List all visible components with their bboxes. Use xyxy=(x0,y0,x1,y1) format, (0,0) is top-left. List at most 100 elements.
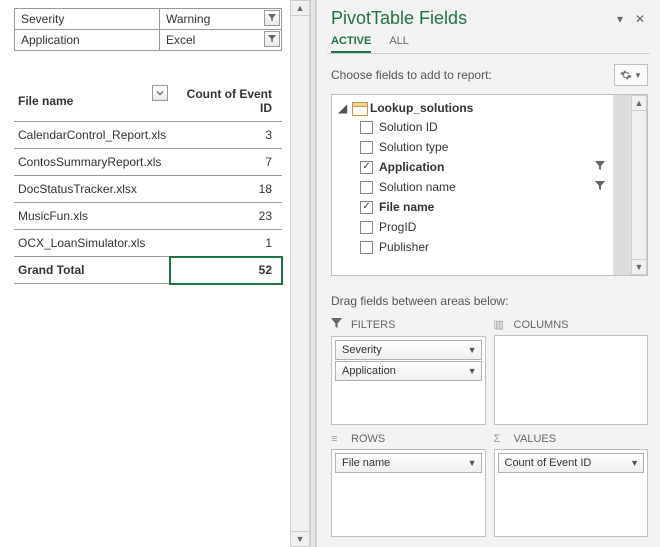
filters-pill[interactable]: Application ▼ xyxy=(335,361,482,381)
funnel-icon xyxy=(268,14,276,22)
filters-pill[interactable]: Severity▼ xyxy=(335,340,482,360)
filter-application-dropdown[interactable] xyxy=(264,31,280,47)
pivot-value-header: Count of Event ID xyxy=(170,81,282,122)
tab-all[interactable]: ALL xyxy=(389,35,409,53)
values-pill[interactable]: Count of Event ID ▼ xyxy=(498,453,645,473)
pivot-row-value[interactable]: 18 xyxy=(170,176,282,203)
pivot-row: DocStatusTracker.xlsx18 xyxy=(14,176,282,203)
field-list-content: ◢ Lookup_solutions Solution ID Solution t… xyxy=(332,95,613,275)
table-icon xyxy=(352,102,366,114)
grand-total-label: Grand Total xyxy=(14,257,170,284)
pivot-row: OCX_LoanSimulator.xls1 xyxy=(14,230,282,257)
chevron-down-icon: ▼ xyxy=(634,71,642,80)
columns-area: ▥ COLUMNS xyxy=(494,316,649,425)
field-checkbox[interactable] xyxy=(360,161,373,174)
pill-label: Application xyxy=(342,365,396,377)
filters-area-label: FILTERS xyxy=(351,319,395,331)
field-item[interactable]: ProgID xyxy=(332,217,613,237)
choose-fields-label: Choose fields to add to report: xyxy=(331,68,614,82)
field-table-name: Lookup_solutions xyxy=(370,101,473,115)
pivot-row-label[interactable]: ContosSummaryReport.xls xyxy=(14,149,170,176)
pivot-row-label[interactable]: OCX_LoanSimulator.xls xyxy=(14,230,170,257)
pivot-row-header-label: File name xyxy=(18,94,73,108)
scroll-up-button[interactable]: ▲ xyxy=(290,0,310,16)
worksheet-scrollbar[interactable]: ▲ ▼ xyxy=(290,0,310,547)
chevron-down-icon[interactable]: ▼ xyxy=(630,458,639,468)
pivot-row-header[interactable]: File name xyxy=(14,81,170,122)
pane-tabs: ACTIVE ALL xyxy=(317,29,660,53)
pivot-row: MusicFun.xls23 xyxy=(14,203,282,230)
field-item[interactable]: Publisher xyxy=(332,237,613,257)
values-area: Σ VALUES Count of Event ID ▼ xyxy=(494,431,649,537)
gear-icon xyxy=(620,69,632,81)
pivot-row-value[interactable]: 3 xyxy=(170,122,282,149)
pivot-row-value[interactable]: 23 xyxy=(170,203,282,230)
pivot-row: ContosSummaryReport.xls7 xyxy=(14,149,282,176)
pivot-row-label[interactable]: MusicFun.xls xyxy=(14,203,170,230)
pivot-row-label[interactable]: CalendarControl_Report.xls xyxy=(14,122,170,149)
filter-severity-value-cell[interactable]: Warning xyxy=(160,9,282,30)
filter-severity-dropdown[interactable] xyxy=(264,10,280,26)
columns-area-label: COLUMNS xyxy=(514,319,569,331)
pivot-row-value[interactable]: 1 xyxy=(170,230,282,257)
scroll-down-button[interactable]: ▼ xyxy=(631,259,647,275)
field-label: Solution type xyxy=(379,140,448,154)
grand-total-value[interactable]: 52 xyxy=(170,257,282,284)
values-area-label: VALUES xyxy=(514,433,557,445)
filter-application-label: Application xyxy=(15,30,160,51)
rows-area-header: ≡ ROWS xyxy=(331,431,486,449)
filters-well[interactable]: Severity▼ Application ▼ xyxy=(331,336,486,425)
field-checkbox[interactable] xyxy=(360,141,373,154)
chevron-down-icon[interactable]: ▼ xyxy=(468,458,477,468)
field-list: ◢ Lookup_solutions Solution ID Solution t… xyxy=(331,94,648,276)
values-well[interactable]: Count of Event ID ▼ xyxy=(494,449,649,537)
layout-options-button[interactable]: ▼ xyxy=(614,64,648,86)
rows-well[interactable]: File name ▼ xyxy=(331,449,486,537)
field-checkbox[interactable] xyxy=(360,181,373,194)
filter-severity-label: Severity xyxy=(15,9,160,30)
field-label: Application xyxy=(379,160,444,174)
pivot-row-label[interactable]: DocStatusTracker.xlsx xyxy=(14,176,170,203)
field-checkbox[interactable] xyxy=(360,221,373,234)
filters-area: FILTERS Severity▼ Application ▼ xyxy=(331,316,486,425)
scroll-up-button[interactable]: ▲ xyxy=(631,95,647,111)
field-table-node[interactable]: ◢ Lookup_solutions xyxy=(332,99,613,117)
field-item[interactable]: Solution name xyxy=(332,177,613,197)
pane-options-button[interactable]: ▾ xyxy=(612,12,628,26)
columns-well[interactable] xyxy=(494,335,649,425)
columns-area-header: ▥ COLUMNS xyxy=(494,316,649,335)
pivot-row-dropdown[interactable] xyxy=(152,85,168,101)
field-list-scrollbar[interactable]: ▲ ▼ xyxy=(630,95,647,275)
tab-active[interactable]: ACTIVE xyxy=(331,35,371,53)
pill-label: File name xyxy=(342,457,390,469)
field-item[interactable]: File name xyxy=(332,197,613,217)
filter-application-value-cell[interactable]: Excel xyxy=(160,30,282,51)
rows-area-label: ROWS xyxy=(351,433,385,445)
funnel-icon[interactable] xyxy=(593,160,607,174)
filter-application-value: Excel xyxy=(166,33,195,47)
pill-label: Count of Event ID xyxy=(505,457,592,469)
field-item[interactable]: Solution type xyxy=(332,137,613,157)
field-item[interactable]: Application xyxy=(332,157,613,177)
scroll-track[interactable] xyxy=(290,16,310,531)
field-checkbox[interactable] xyxy=(360,201,373,214)
pivot-row-value[interactable]: 7 xyxy=(170,149,282,176)
rows-pill[interactable]: File name ▼ xyxy=(335,453,482,473)
funnel-icon[interactable] xyxy=(593,180,607,194)
funnel-icon xyxy=(331,318,345,332)
scroll-track[interactable] xyxy=(631,111,647,259)
chevron-down-icon[interactable]: ▼ xyxy=(468,366,477,376)
field-label: Solution name xyxy=(379,180,456,194)
tree-caret-icon[interactable]: ◢ xyxy=(338,101,348,115)
pane-close-button[interactable]: ✕ xyxy=(632,12,648,26)
field-item[interactable]: Solution ID xyxy=(332,117,613,137)
field-checkbox[interactable] xyxy=(360,241,373,254)
funnel-icon xyxy=(268,35,276,43)
chevron-down-icon xyxy=(156,89,164,97)
values-area-header: Σ VALUES xyxy=(494,431,649,449)
scroll-down-button[interactable]: ▼ xyxy=(290,531,310,547)
worksheet-area: Severity Warning Application Excel File … xyxy=(0,0,290,547)
pane-title: PivotTable Fields xyxy=(331,8,612,29)
chevron-down-icon[interactable]: ▼ xyxy=(468,345,477,355)
field-checkbox[interactable] xyxy=(360,121,373,134)
